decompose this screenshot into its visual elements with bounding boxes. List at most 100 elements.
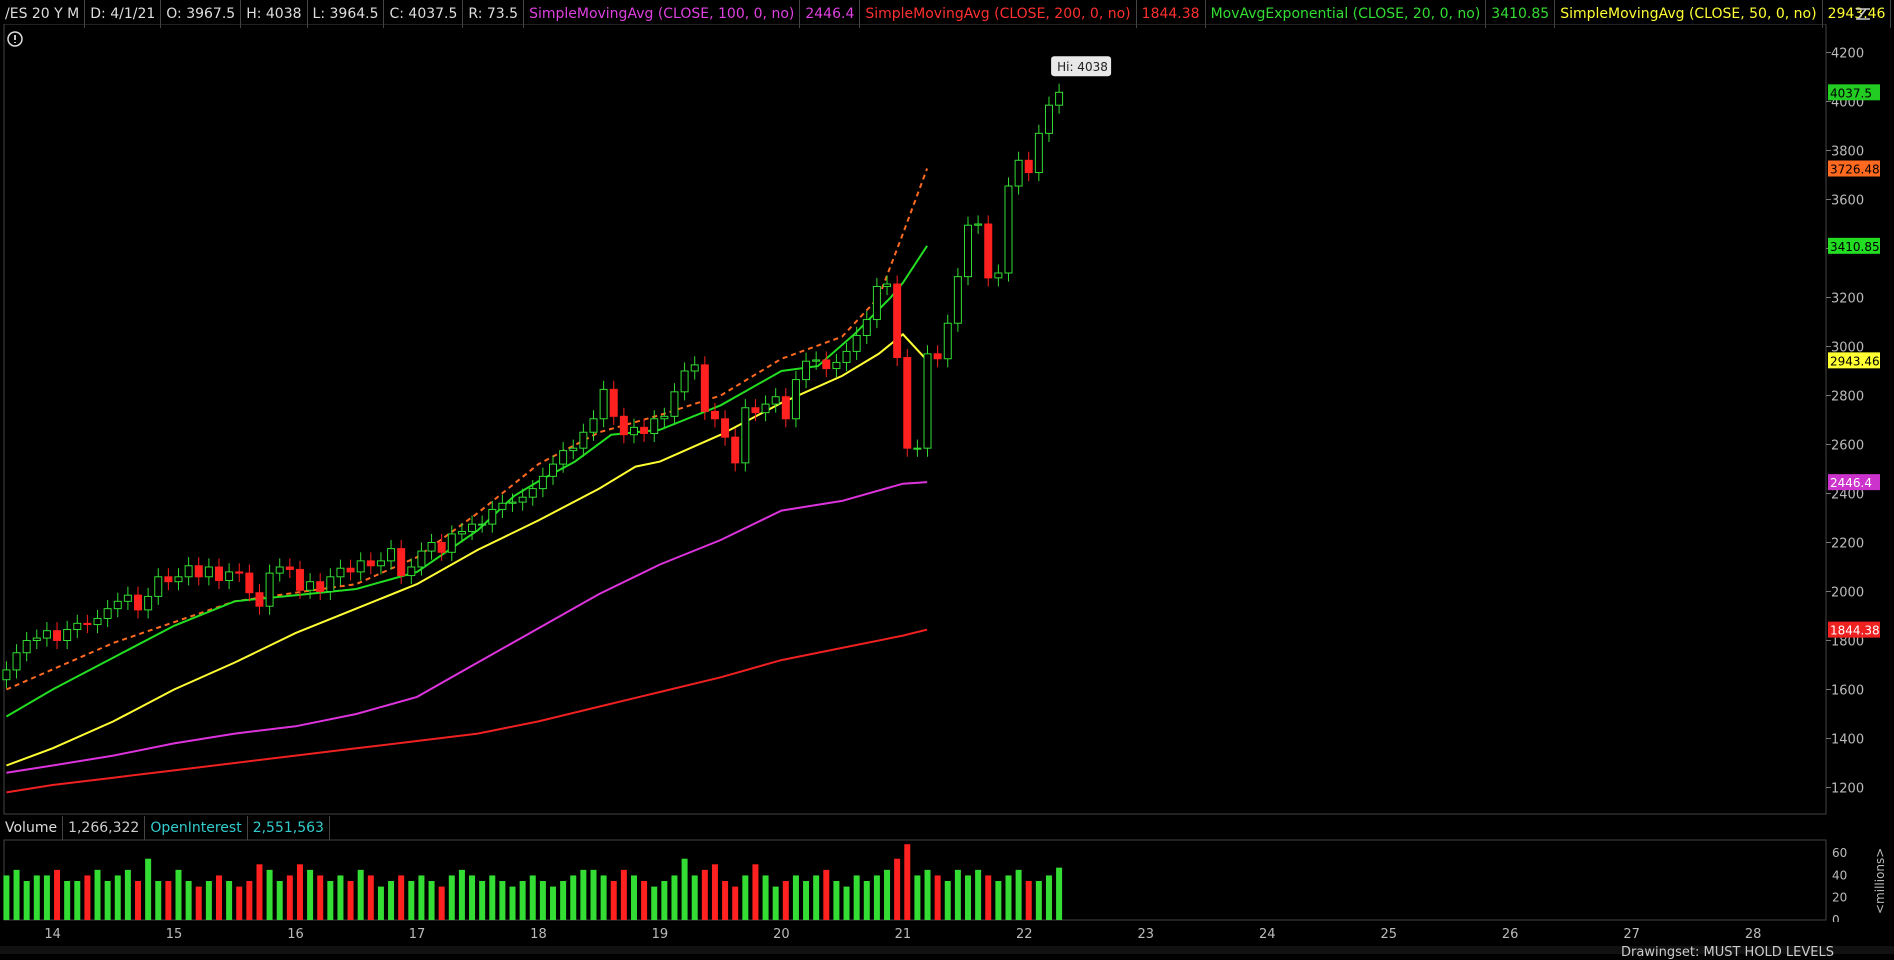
y-tick-label: 4200 [1831,47,1864,62]
ma-line-ema8 [6,168,929,691]
candle-body [427,542,436,552]
volume-bar [772,886,779,920]
volume-bar [671,875,678,920]
candle-body [994,272,1003,279]
volume-bar [620,869,627,920]
volume-bar [843,886,850,920]
candle-body [407,566,416,577]
price-chart[interactable]: 4200400038003600340032003000280026002400… [0,24,1894,816]
candle-body [791,379,800,420]
price-tag: 2943.46 [1830,354,1880,368]
drawingset-label[interactable]: Drawingset: MUST HOLD LEVELS [1621,945,1834,960]
volume-bar [23,881,30,920]
candle-body [559,450,568,465]
candle-body [903,357,912,449]
candle-body [943,322,952,360]
candle-body [599,388,608,420]
volume-bar [539,881,546,920]
candle-body [518,496,527,503]
volume-bar [185,881,192,920]
volume-tick-label: 60 [1832,846,1847,860]
plot-frame [3,24,1827,815]
volume-bar [13,869,20,920]
candle-body [984,223,993,279]
volume-chart[interactable]: 6040200<millions> [0,816,1894,922]
candle-body [872,285,881,321]
candle-body [528,488,537,498]
candle-body [336,567,345,578]
volume-bar [954,869,961,920]
volume-bar [1035,881,1042,920]
volume-bar [914,875,921,920]
volume-bar [479,881,486,920]
x-tick-label: 17 [409,927,426,942]
x-tick-label: 22 [1016,927,1033,942]
volume-tick-label: 20 [1832,891,1847,905]
candle-body [285,566,294,570]
candle-body [22,640,31,654]
candle-body [235,571,244,574]
volume-bar [246,881,253,920]
volume-bar [1005,875,1012,920]
bottom-scrollbar[interactable] [0,946,1894,954]
price-tag: 2446.4 [1830,476,1872,490]
volume-bar [499,881,506,920]
x-tick-label: 16 [287,927,304,942]
candle-body [275,566,284,574]
candle-body [569,447,578,452]
candle-body [933,353,942,360]
volume-bar [762,875,769,920]
candle-body [842,350,851,363]
volume-bar [1056,867,1063,920]
candle-body [741,407,750,464]
volume-bar [560,881,567,920]
x-tick-label: 24 [1259,927,1276,942]
volume-bar [995,881,1002,920]
volume-bar [701,869,708,920]
volume-bar [469,875,476,920]
volume-bar [135,881,142,920]
volume-bar [114,875,121,920]
price-tag: 4037.5 [1830,86,1872,100]
volume-bar [94,869,101,920]
volume-bar [489,875,496,920]
candle-body [265,572,274,607]
candle-body [93,617,102,626]
candle-body [974,223,983,226]
candle-body [306,581,315,591]
volume-bar [833,881,840,920]
price-tag: 3726.48 [1830,163,1880,177]
volume-bar [519,881,526,920]
candle-body [852,334,861,352]
volume-bar [357,869,364,920]
candle-body [204,566,213,578]
volume-bar [580,869,587,920]
volume-bar [347,881,354,920]
volume-bar [792,875,799,920]
volume-bar [873,875,880,920]
candle-body [417,550,426,568]
candle-body [134,594,143,611]
x-tick-label: 26 [1502,927,1519,942]
candle-body [619,415,628,436]
candle-body [397,548,406,577]
candle-body [376,560,385,567]
candle-body [498,502,507,510]
x-tick-label: 20 [773,927,790,942]
volume-bar [43,875,50,920]
y-tick-label: 1200 [1831,782,1864,797]
candle-body [508,501,517,504]
volume-bar [236,886,243,920]
candle-body [12,652,21,671]
candle-body [174,576,183,583]
volume-bar [327,881,334,920]
candle-body [144,595,153,611]
volume-unit-label: <millions> [1873,848,1887,914]
volume-bar [711,864,718,920]
chart-settings-icon[interactable] [1854,5,1872,23]
ma-line-sma100 [6,481,928,774]
volume-bar [529,875,536,920]
volume-bar [630,875,637,920]
x-tick-label: 21 [895,927,912,942]
volume-bar [863,881,870,920]
